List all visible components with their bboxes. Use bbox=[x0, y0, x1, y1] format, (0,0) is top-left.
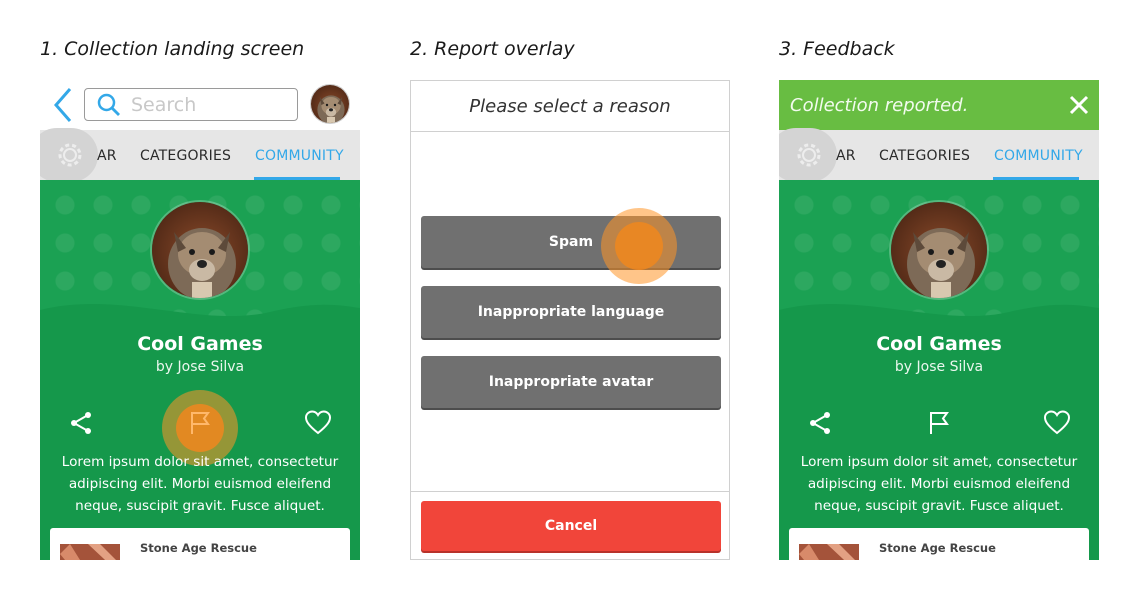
collection-author: by Jose Silva bbox=[155, 359, 245, 375]
caption-landing: 1. Collection landing screen bbox=[40, 38, 305, 60]
collection-description: Lorem ipsum dolor sit amet, consectetur … bbox=[61, 454, 339, 514]
user-avatar[interactable] bbox=[310, 84, 350, 124]
collection-hero: Cool Games by Jose Silva Lorem ipsum dol… bbox=[40, 180, 360, 560]
feedback-screen: Collection reported. AR CATEGORIES COMMU… bbox=[779, 80, 1099, 560]
game-thumbnail bbox=[60, 544, 120, 560]
game-card-title: Stone Age Rescue bbox=[879, 541, 996, 555]
game-card-title: Stone Age Rescue bbox=[140, 541, 257, 555]
flag-icon[interactable] bbox=[926, 410, 952, 436]
tab-partial[interactable]: AR bbox=[97, 148, 117, 164]
overlay-heading: Please select a reason bbox=[411, 81, 729, 132]
caption-report-overlay: 2. Report overlay bbox=[410, 38, 575, 60]
gear-icon bbox=[797, 143, 821, 167]
report-overlay: Please select a reason Spam Inappropriat… bbox=[410, 80, 730, 560]
collection-author: by Jose Silva bbox=[894, 359, 984, 375]
landing-screen: Search AR CATEGORIES COMMUNITY Cool Game… bbox=[40, 80, 360, 560]
close-icon[interactable] bbox=[1069, 95, 1089, 115]
tab-categories[interactable]: CATEGORIES bbox=[879, 148, 970, 164]
search-input[interactable]: Search bbox=[84, 88, 298, 121]
top-bar: Search bbox=[40, 80, 360, 130]
share-icon[interactable] bbox=[807, 410, 833, 436]
tab-categories[interactable]: CATEGORIES bbox=[140, 148, 231, 164]
tab-bar: AR CATEGORIES COMMUNITY bbox=[779, 128, 1099, 182]
cancel-button[interactable]: Cancel bbox=[421, 501, 721, 551]
flag-icon[interactable] bbox=[187, 410, 213, 436]
feedback-notice: Collection reported. bbox=[779, 80, 1099, 130]
touch-indicator bbox=[601, 208, 677, 284]
game-card[interactable]: Stone Age Rescue bbox=[50, 528, 350, 560]
share-icon[interactable] bbox=[68, 410, 94, 436]
search-icon bbox=[97, 93, 120, 116]
feedback-message: Collection reported. bbox=[790, 94, 969, 116]
game-thumbnail bbox=[799, 544, 859, 560]
collection-hero: Cool Games by Jose Silva Lorem ipsum dol… bbox=[779, 180, 1099, 560]
tab-community[interactable]: COMMUNITY bbox=[994, 148, 1083, 164]
back-arrow-icon[interactable] bbox=[50, 86, 76, 124]
collection-title: Cool Games bbox=[876, 333, 1002, 355]
caption-feedback: 3. Feedback bbox=[779, 38, 895, 60]
search-placeholder: Search bbox=[131, 93, 197, 116]
tab-bar: AR CATEGORIES COMMUNITY bbox=[40, 128, 360, 182]
collection-title: Cool Games bbox=[137, 333, 263, 355]
reason-language-button[interactable]: Inappropriate language bbox=[421, 286, 721, 338]
tab-community[interactable]: COMMUNITY bbox=[255, 148, 344, 164]
tab-partial[interactable]: AR bbox=[836, 148, 856, 164]
game-card[interactable]: Stone Age Rescue bbox=[789, 528, 1089, 560]
gear-icon bbox=[58, 143, 82, 167]
heart-icon[interactable] bbox=[1044, 410, 1070, 436]
overlay-divider bbox=[411, 491, 729, 492]
heart-icon[interactable] bbox=[305, 410, 331, 436]
collection-avatar bbox=[150, 200, 250, 300]
collection-description: Lorem ipsum dolor sit amet, consectetur … bbox=[800, 454, 1078, 514]
collection-avatar bbox=[889, 200, 989, 300]
reason-avatar-button[interactable]: Inappropriate avatar bbox=[421, 356, 721, 408]
